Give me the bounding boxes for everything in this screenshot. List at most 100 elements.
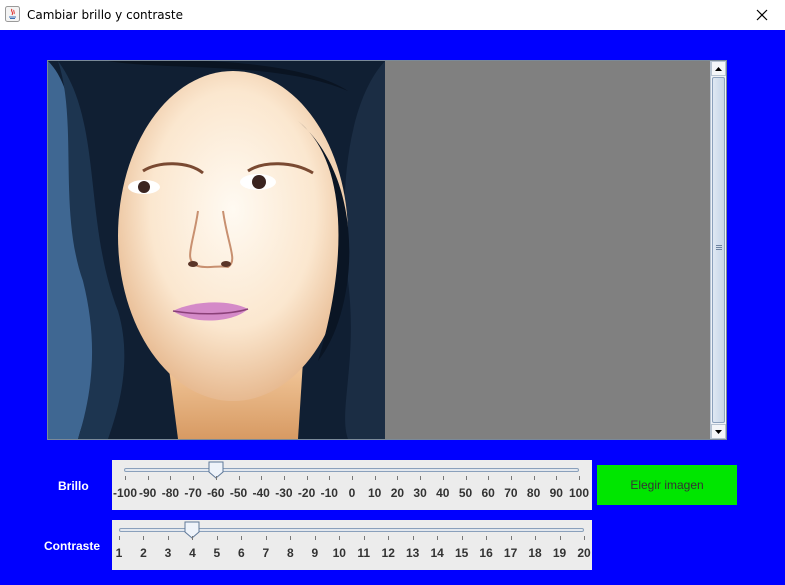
contraste-tick-mark — [192, 536, 194, 540]
brillo-tick-mark — [556, 476, 558, 480]
brillo-tick-mark — [374, 476, 376, 480]
portrait-image — [48, 60, 385, 439]
brillo-tick-mark — [442, 476, 444, 480]
brillo-tick-label: 90 — [549, 486, 563, 500]
brillo-tick-mark — [215, 476, 217, 480]
contraste-tick-label: 10 — [332, 546, 346, 560]
contraste-tick-mark — [241, 536, 243, 540]
contraste-tick-mark — [535, 536, 537, 540]
brillo-tick-label: 100 — [568, 486, 590, 500]
contraste-tick-label: 12 — [381, 546, 395, 560]
contraste-tick-mark — [314, 536, 316, 540]
elegir-imagen-button[interactable]: Elegir imagen — [597, 465, 737, 505]
window-title: Cambiar brillo y contraste — [27, 8, 183, 22]
brillo-tick-mark — [488, 476, 490, 480]
brillo-label: Brillo — [58, 479, 89, 493]
contraste-tick-label: 14 — [430, 546, 444, 560]
scroll-thumb[interactable] — [712, 77, 725, 423]
contraste-tick-mark — [559, 536, 561, 540]
brillo-tick-label: -10 — [320, 486, 338, 500]
contraste-tick-label: 8 — [286, 546, 294, 560]
contraste-tick-label: 6 — [238, 546, 245, 560]
contraste-tick-mark — [461, 536, 463, 540]
contraste-tick-label: 16 — [479, 546, 493, 560]
brillo-tick-label: 40 — [436, 486, 450, 500]
brillo-tick-mark — [352, 476, 353, 480]
contraste-label: Contraste — [44, 539, 101, 553]
contraste-tick-label: 9 — [311, 546, 319, 560]
brillo-tick-label: -100 — [112, 486, 138, 500]
brillo-tick-mark — [397, 476, 399, 480]
contraste-tick-label: 19 — [552, 546, 567, 560]
contraste-tick-mark — [216, 536, 218, 540]
arrow-up-icon — [715, 66, 722, 71]
brillo-tick-mark — [420, 476, 422, 480]
contraste-tick-label: 2 — [140, 546, 147, 560]
scroll-down-button[interactable] — [711, 424, 726, 439]
contraste-tick-mark — [437, 536, 439, 540]
contraste-tick-mark — [143, 536, 145, 540]
title-bar: Cambiar brillo y contraste — [0, 0, 785, 30]
brillo-tick-mark — [510, 476, 512, 480]
contraste-tick-label: 7 — [262, 546, 270, 560]
contraste-tick-label: 5 — [213, 546, 221, 560]
brillo-tick-label: 70 — [504, 486, 518, 500]
contraste-tick-mark — [510, 536, 512, 540]
brillo-tick-label: 50 — [458, 486, 473, 500]
brillo-tick-mark — [238, 476, 240, 480]
contraste-tick-label: 13 — [405, 546, 420, 560]
brillo-tick-mark — [465, 476, 467, 480]
brillo-tick-label: 80 — [526, 486, 541, 500]
close-button[interactable] — [739, 0, 785, 30]
scroll-up-button[interactable] — [711, 61, 726, 76]
brillo-tick-label: -80 — [161, 486, 180, 500]
contraste-tick-mark — [119, 536, 120, 540]
brillo-tick-label: 60 — [481, 486, 495, 500]
contraste-tick-mark — [388, 536, 390, 540]
contraste-tick-mark — [412, 536, 414, 540]
contraste-tick-mark — [486, 536, 488, 540]
brillo-tick-mark — [125, 476, 126, 480]
vertical-scrollbar[interactable] — [710, 61, 726, 439]
contraste-tick-mark — [339, 536, 341, 540]
brillo-tick-label: 10 — [368, 486, 382, 500]
contraste-tick-label: 20 — [577, 546, 591, 560]
brillo-tick-label: -20 — [297, 486, 316, 500]
brillo-tick-mark — [283, 476, 285, 480]
brillo-tick-mark — [170, 476, 172, 480]
contraste-tick-label: 1 — [115, 546, 123, 560]
brillo-tick-label: -40 — [252, 486, 270, 500]
contraste-tick-mark — [167, 536, 169, 540]
contraste-tick-mark — [363, 536, 365, 540]
brillo-tick-label: 20 — [390, 486, 405, 500]
brillo-tick-label: -50 — [229, 486, 248, 500]
brillo-tick-label: -60 — [207, 486, 225, 500]
brillo-tick-label: 30 — [413, 486, 427, 500]
brillo-slider[interactable]: -100 -90 -80 -70 -60 -50 -40 -30 -20 -10 0 10 20 30 40… — [112, 460, 592, 510]
close-icon — [756, 9, 768, 21]
brillo-tick-mark — [533, 476, 535, 480]
contraste-tick-label: 18 — [528, 546, 542, 560]
brillo-tick-mark — [579, 476, 580, 480]
contraste-tick-mark — [584, 536, 585, 540]
main-panel: Brillo -100 -90 -80 -70 -60 -50 -40 -30 -20 -10 0 1… — [0, 30, 785, 585]
image-viewer — [47, 60, 727, 440]
java-app-icon — [5, 6, 20, 22]
grip-icon — [716, 245, 722, 246]
contraste-tick-label: 11 — [357, 546, 371, 560]
brillo-tick-mark — [261, 476, 263, 480]
contraste-slider[interactable]: 1 2 3 4 5 6 7 8 9 10 11 12 13 14 15 16 17 18 19 20 — [112, 520, 592, 570]
contraste-tick-label: 17 — [503, 546, 518, 560]
contraste-tick-label: 3 — [164, 546, 172, 560]
contraste-tick-mark — [265, 536, 267, 540]
arrow-down-icon — [715, 429, 722, 434]
contraste-tick-label: 15 — [454, 546, 469, 560]
brillo-tick-label: -70 — [184, 486, 202, 500]
brillo-tick-mark — [329, 476, 331, 480]
brillo-tick-mark — [147, 476, 149, 480]
brillo-tick-label: 0 — [348, 486, 356, 500]
brillo-tick-mark — [193, 476, 195, 480]
brillo-track — [124, 468, 579, 472]
brillo-tick-mark — [306, 476, 308, 480]
brillo-tick-label: -30 — [275, 486, 293, 500]
